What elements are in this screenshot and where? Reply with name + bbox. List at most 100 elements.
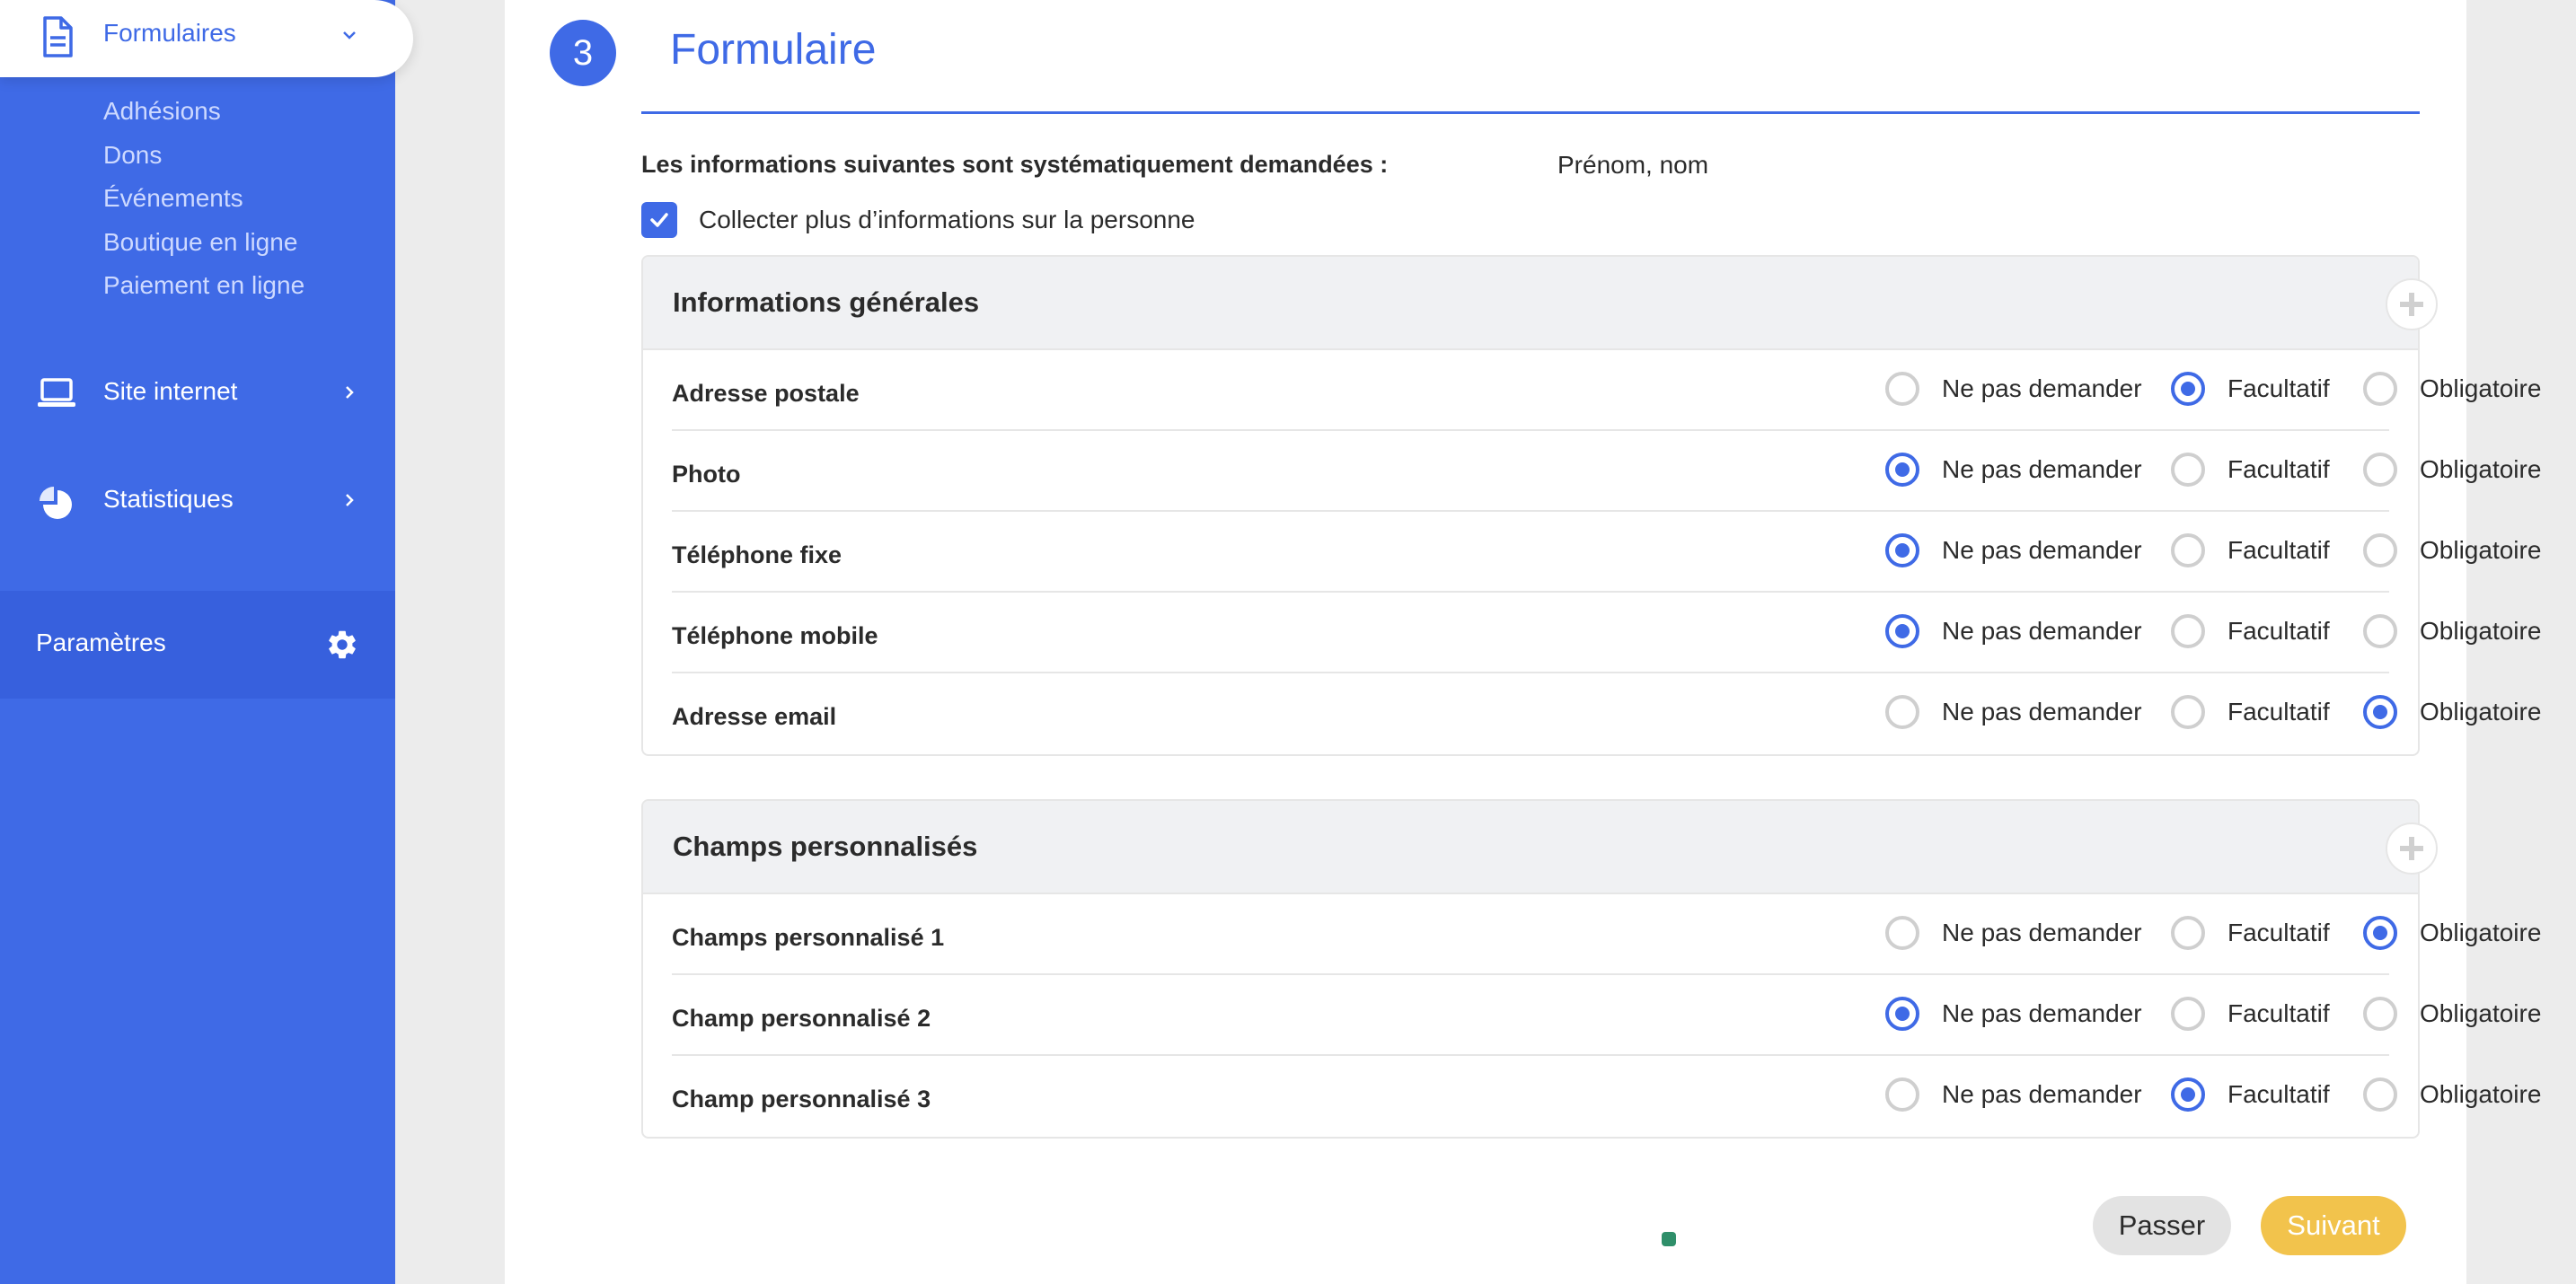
form-field-row: Photo Ne pas demander Facultatif Obligatoir… <box>672 431 2541 512</box>
radio-option-label: Ne pas demander <box>1942 698 2142 726</box>
radio-unselected[interactable] <box>2363 997 2397 1031</box>
sidebar-item-label: Paramètres <box>36 629 166 656</box>
next-button[interactable]: Suivant <box>2261 1196 2406 1255</box>
form-field-row: Téléphone mobile Ne pas demander Facultati… <box>672 593 2541 673</box>
radio-unselected[interactable] <box>2171 695 2205 729</box>
radio-option[interactable]: Facultatif <box>2171 372 2330 406</box>
section-title: Informations générales <box>673 286 980 318</box>
add-field-button[interactable] <box>2386 278 2438 330</box>
radio-option-label: Obligatoire <box>2420 455 2542 483</box>
form-card: 3 Formulaire Les informations suivantes … <box>505 0 2541 1284</box>
radio-unselected[interactable] <box>2171 997 2205 1031</box>
radio-selected[interactable] <box>1885 997 1919 1031</box>
radio-selected[interactable] <box>2171 372 2205 406</box>
radio-option-label: Facultatif <box>2228 374 2330 402</box>
radio-option-label: Obligatoire <box>2420 919 2542 946</box>
sidebar-item-parametres[interactable]: Paramètres <box>0 591 395 699</box>
sidebar-item-label: Formulaires <box>103 19 236 47</box>
radio-option-label: Facultatif <box>2228 698 2330 726</box>
radio-option[interactable]: Facultatif <box>2171 614 2330 648</box>
radio-unselected[interactable] <box>2171 916 2205 950</box>
radio-option[interactable]: Facultatif <box>2171 453 2330 487</box>
radio-option-label: Ne pas demander <box>1942 455 2142 483</box>
radio-unselected[interactable] <box>2363 453 2397 487</box>
field-label: Champ personnalisé 2 <box>672 1005 931 1032</box>
document-icon <box>40 15 75 63</box>
radio-unselected[interactable] <box>2171 453 2205 487</box>
radio-unselected[interactable] <box>2363 533 2397 567</box>
radio-selected[interactable] <box>1885 453 1919 487</box>
radio-option[interactable]: Facultatif <box>2171 695 2330 729</box>
plus-icon <box>2400 837 2423 860</box>
pie-chart-icon <box>36 485 77 525</box>
radio-option-label: Ne pas demander <box>1942 536 2142 564</box>
field-label: Téléphone fixe <box>672 541 842 568</box>
radio-option-label: Facultatif <box>2228 617 2330 645</box>
section-header: Informations générales <box>643 257 2438 350</box>
subnav-item-dons[interactable]: Dons <box>103 139 304 183</box>
radio-option[interactable]: Ne pas demander <box>1885 916 2142 950</box>
gear-icon[interactable] <box>325 628 359 666</box>
radio-option[interactable]: Obligatoire <box>2363 614 2541 648</box>
subnav-item-paiement[interactable]: Paiement en ligne <box>103 269 304 313</box>
radio-unselected[interactable] <box>2363 614 2397 648</box>
radio-option[interactable]: Ne pas demander <box>1885 1077 2142 1112</box>
sidebar-item-formulaires[interactable]: Formulaires <box>0 0 413 77</box>
radio-selected[interactable] <box>2171 1077 2205 1112</box>
radio-selected[interactable] <box>1885 533 1919 567</box>
collect-more-checkbox[interactable] <box>641 202 677 238</box>
add-field-button[interactable] <box>2386 822 2438 875</box>
subnav-item-adhesions[interactable]: Adhésions <box>103 95 304 139</box>
radio-unselected[interactable] <box>2171 533 2205 567</box>
radio-selected[interactable] <box>2363 695 2397 729</box>
radio-option[interactable]: Facultatif <box>2171 997 2330 1031</box>
radio-unselected[interactable] <box>2171 614 2205 648</box>
radio-option[interactable]: Ne pas demander <box>1885 997 2142 1031</box>
sidebar-item-statistiques[interactable]: Statistiques <box>0 474 395 528</box>
step-number-badge: 3 <box>550 20 616 86</box>
sidebar-item-site-internet[interactable]: Site internet <box>0 366 395 420</box>
radio-option[interactable]: Ne pas demander <box>1885 453 2142 487</box>
chevron-right-icon <box>340 383 359 407</box>
radio-option[interactable]: Obligatoire <box>2363 372 2541 406</box>
radio-option[interactable]: Ne pas demander <box>1885 533 2142 567</box>
radio-selected[interactable] <box>1885 614 1919 648</box>
field-label: Champ personnalisé 3 <box>672 1086 931 1113</box>
radio-option[interactable]: Obligatoire <box>2363 533 2541 567</box>
sidebar-item-label: Statistiques <box>103 485 234 513</box>
radio-option[interactable]: Facultatif <box>2171 1077 2330 1112</box>
skip-button[interactable]: Passer <box>2093 1196 2231 1255</box>
radio-unselected[interactable] <box>2363 1077 2397 1112</box>
chevron-down-icon <box>340 25 359 49</box>
form-field-row: Adresse postale Ne pas demander Facultatif… <box>672 350 2541 431</box>
radio-option[interactable]: Obligatoire <box>2363 453 2541 487</box>
radio-option-label: Obligatoire <box>2420 999 2542 1027</box>
subnav-item-evenements[interactable]: Événements <box>103 182 304 226</box>
radio-unselected[interactable] <box>1885 695 1919 729</box>
laptop-icon <box>36 377 77 414</box>
radio-unselected[interactable] <box>1885 372 1919 406</box>
radio-option[interactable]: Facultatif <box>2171 916 2330 950</box>
radio-option-label: Ne pas demander <box>1942 919 2142 946</box>
section-informations-generales: Informations générales Adresse postale Ne… <box>641 255 2541 756</box>
radio-option[interactable]: Obligatoire <box>2363 997 2541 1031</box>
radio-option-label: Ne pas demander <box>1942 374 2142 402</box>
form-field-row: Adresse email Ne pas demander Facultatif Ob… <box>672 673 2541 754</box>
radio-option[interactable]: Ne pas demander <box>1885 372 2142 406</box>
radio-option[interactable]: Ne pas demander <box>1885 614 2142 648</box>
radio-option[interactable]: Ne pas demander <box>1885 695 2142 729</box>
radio-unselected[interactable] <box>1885 916 1919 950</box>
radio-option[interactable]: Obligatoire <box>2363 916 2541 950</box>
radio-option[interactable]: Obligatoire <box>2363 1077 2541 1112</box>
radio-option[interactable]: Obligatoire <box>2363 695 2541 729</box>
collect-more-checkbox-row[interactable]: Collecter plus d’informations sur la per… <box>641 202 1195 238</box>
radio-option[interactable]: Facultatif <box>2171 533 2330 567</box>
radio-unselected[interactable] <box>2363 372 2397 406</box>
radio-unselected[interactable] <box>1885 1077 1919 1112</box>
field-label: Adresse postale <box>672 380 860 407</box>
subnav-item-boutique[interactable]: Boutique en ligne <box>103 226 304 270</box>
radio-selected[interactable] <box>2363 916 2397 950</box>
chevron-right-icon <box>340 490 359 514</box>
radio-option-label: Ne pas demander <box>1942 1080 2142 1108</box>
radio-option-label: Facultatif <box>2228 919 2330 946</box>
